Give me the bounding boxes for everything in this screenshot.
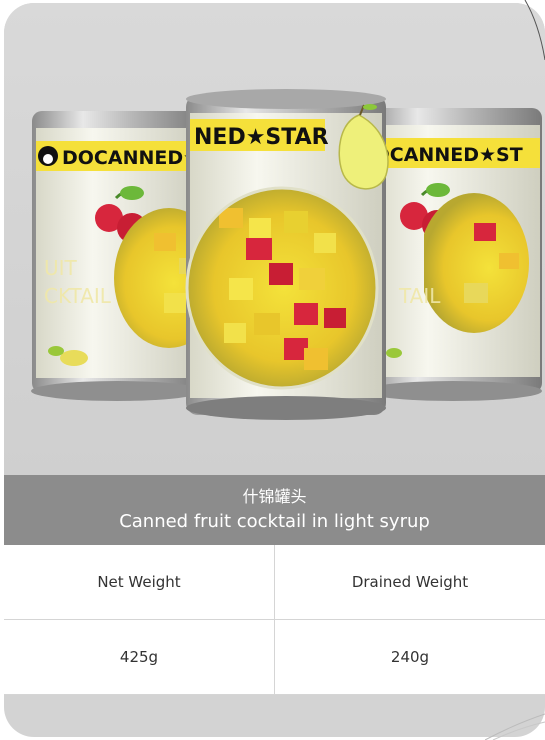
drained-weight-value: 240g bbox=[274, 619, 545, 695]
right-can-brand: DCANNED★ST bbox=[374, 144, 523, 166]
table-row: 425g 240g bbox=[4, 619, 545, 695]
center-can: NED★STAR bbox=[185, 89, 389, 420]
net-weight-header: Net Weight bbox=[4, 545, 275, 620]
corner-line-top bbox=[524, 0, 545, 60]
left-can-brand: DOCANNED★ bbox=[62, 147, 200, 169]
left-can-label: UIT bbox=[44, 256, 78, 280]
center-can-brand: NED★STAR bbox=[194, 125, 329, 150]
product-card: DOCANNED★ UIT CKTAIL DCANNED★ST TAIL NED… bbox=[4, 3, 545, 737]
product-title-en: Canned fruit cocktail in light syrup bbox=[119, 511, 430, 532]
product-title-band: 什锦罐头 Canned fruit cocktail in light syru… bbox=[4, 475, 545, 545]
canned-fruit-image: DOCANNED★ UIT CKTAIL DCANNED★ST TAIL NED… bbox=[4, 3, 545, 475]
drained-weight-header: Drained Weight bbox=[274, 545, 545, 620]
right-can: DCANNED★ST TAIL bbox=[364, 108, 542, 401]
right-can-label: TAIL bbox=[398, 284, 441, 308]
spec-table: Net Weight Drained Weight 425g 240g bbox=[4, 545, 545, 695]
product-title-cn: 什锦罐头 bbox=[242, 487, 307, 506]
net-weight-value: 425g bbox=[4, 619, 275, 695]
table-row: Net Weight Drained Weight bbox=[4, 545, 545, 620]
product-photo: DOCANNED★ UIT CKTAIL DCANNED★ST TAIL NED… bbox=[4, 3, 545, 475]
corner-line-bottom bbox=[485, 713, 545, 740]
svg-text:CKTAIL: CKTAIL bbox=[44, 284, 112, 308]
